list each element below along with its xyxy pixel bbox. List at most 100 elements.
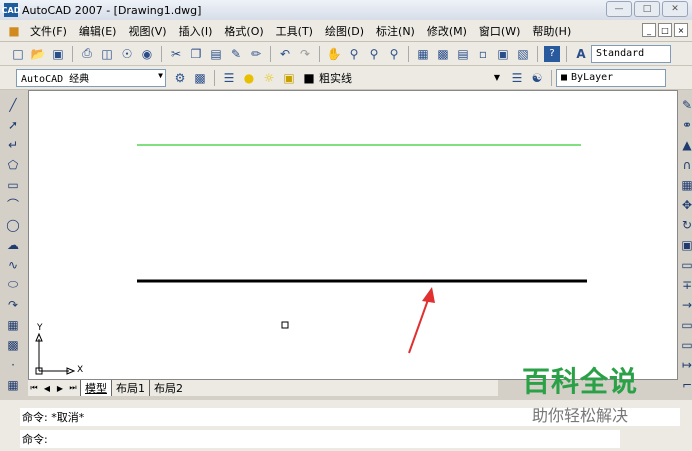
last-tab-icon[interactable]: ⏭ (67, 382, 79, 394)
break-icon[interactable]: ▭ (678, 316, 692, 333)
ellipse-arc-icon[interactable]: ↷ (4, 296, 22, 313)
menu-insert[interactable]: 插入(I) (173, 23, 219, 39)
workspace-dropdown[interactable]: AutoCAD 经典 ▼ (16, 68, 166, 87)
close-button[interactable]: ✕ (662, 1, 688, 17)
publish-icon[interactable]: ☉ (119, 46, 135, 62)
print-icon[interactable]: ⎙ (79, 46, 95, 62)
menu-window[interactable]: 窗口(W) (473, 23, 526, 39)
cut-icon[interactable]: ✂ (168, 46, 184, 62)
spline-icon[interactable]: ∿ (4, 256, 22, 273)
make-current-layer-icon[interactable]: ☰ (509, 70, 525, 86)
menu-dimension[interactable]: 标注(N) (370, 23, 421, 39)
point-icon[interactable]: · (4, 356, 22, 373)
polygon-icon[interactable]: ⬠ (4, 156, 22, 173)
menu-format[interactable]: 格式(O) (218, 23, 269, 39)
make-block-icon[interactable]: ▩ (4, 336, 22, 353)
document-icon: ■ (8, 23, 20, 38)
offset-icon[interactable]: ∩ (678, 156, 692, 173)
sheet-set-icon[interactable]: ▫ (475, 46, 491, 62)
layer-value[interactable]: 粗实线 (319, 70, 487, 86)
layer-previous-icon[interactable]: ☯ (529, 70, 545, 86)
line-icon[interactable]: ╱ (4, 96, 22, 113)
chamfer-icon[interactable]: ↦ (678, 356, 692, 373)
undo-icon[interactable]: ↶ (277, 46, 293, 62)
insert-block-icon[interactable]: ▦ (4, 316, 22, 333)
menu-draw[interactable]: 绘图(D) (319, 23, 370, 39)
layer-manager-icon[interactable]: ☰ (221, 70, 237, 86)
first-tab-icon[interactable]: ⏮ (28, 382, 40, 394)
tab-layout1[interactable]: 布局1 (111, 380, 149, 396)
text-style-dropdown[interactable]: Standard (591, 44, 671, 63)
redo-icon[interactable]: ↷ (297, 46, 313, 62)
match-properties-icon[interactable]: ✎ (228, 46, 244, 62)
join-icon[interactable]: ▭ (678, 336, 692, 353)
rotate-icon[interactable]: ↻ (678, 216, 692, 233)
extend-icon[interactable]: → (678, 296, 692, 313)
menu-file[interactable]: 文件(F) (24, 23, 73, 39)
rectangle-icon[interactable]: ▭ (4, 176, 22, 193)
calculator-icon[interactable]: ▧ (515, 46, 531, 62)
zoom-previous-icon[interactable]: ⚲ (386, 46, 402, 62)
arc-icon[interactable]: ⌒ (4, 196, 22, 213)
tool-palettes-icon[interactable]: ▤ (455, 46, 471, 62)
autocad-app-icon: CAD (2, 3, 20, 17)
new-icon[interactable]: □ (10, 46, 26, 62)
construction-line-icon[interactable]: ➚ (4, 116, 22, 133)
properties-icon[interactable]: ▦ (415, 46, 431, 62)
erase-icon[interactable]: ✎ (678, 96, 692, 113)
doc-minimize-button[interactable]: _ (642, 23, 656, 37)
polyline-icon[interactable]: ↵ (4, 136, 22, 153)
chevron-down-icon[interactable]: ▼ (489, 70, 505, 86)
array-icon[interactable]: ▦ (678, 176, 692, 193)
block-editor-icon[interactable]: ✏ (248, 46, 264, 62)
lightbulb-icon[interactable]: ● (241, 70, 257, 86)
drawing-canvas[interactable]: Y X (28, 90, 678, 380)
mirror-icon[interactable]: ▲ (678, 136, 692, 153)
doc-restore-button[interactable]: □ (658, 23, 672, 37)
sun-icon[interactable]: ☼ (261, 70, 277, 86)
zoom-window-icon[interactable]: ⚲ (366, 46, 382, 62)
markup-icon[interactable]: ▣ (495, 46, 511, 62)
doc-close-button[interactable]: × (674, 23, 688, 37)
3d-dwf-icon[interactable]: ◉ (139, 46, 155, 62)
workspace-save-icon[interactable]: ▩ (192, 70, 208, 86)
color-dropdown[interactable]: ■ ByLayer (556, 68, 666, 87)
fillet-icon[interactable]: ⌐ (678, 376, 692, 393)
menu-modify[interactable]: 修改(M) (421, 23, 473, 39)
prev-tab-icon[interactable]: ◀ (41, 382, 53, 394)
scale-icon[interactable]: ▣ (678, 236, 692, 253)
stretch-icon[interactable]: ▭ (678, 256, 692, 273)
tab-layout2[interactable]: 布局2 (149, 380, 187, 396)
trim-icon[interactable]: ∓ (678, 276, 692, 293)
help-icon[interactable]: ? (544, 45, 560, 62)
color-value: ByLayer (571, 72, 614, 83)
pan-icon[interactable]: ✋ (326, 46, 342, 62)
command-input[interactable]: 命令: (20, 430, 620, 448)
menu-tools[interactable]: 工具(T) (270, 23, 319, 39)
revision-cloud-icon[interactable]: ☁ (4, 236, 22, 253)
maximize-button[interactable]: □ (634, 1, 660, 17)
open-icon[interactable]: 📂 (30, 46, 46, 62)
modify-toolbar: ✎ ⚭ ▲ ∩ ▦ ✥ ↻ ▣ ▭ ∓ → ▭ ▭ ↦ ⌐ (678, 96, 692, 393)
zoom-realtime-icon[interactable]: ⚲ (346, 46, 362, 62)
paste-icon[interactable]: ▤ (208, 46, 224, 62)
watermark-title: 百科全说 (521, 365, 638, 398)
copy-object-icon[interactable]: ⚭ (678, 116, 692, 133)
menu-help[interactable]: 帮助(H) (526, 23, 577, 39)
ellipse-icon[interactable]: ⬭ (4, 276, 22, 293)
copy-icon[interactable]: ❐ (188, 46, 204, 62)
circle-icon[interactable]: ◯ (4, 216, 22, 233)
tab-model[interactable]: 模型 (80, 380, 111, 396)
menu-edit[interactable]: 编辑(E) (73, 23, 123, 39)
lock-icon[interactable]: ▣ (281, 70, 297, 86)
hatch-icon[interactable]: ▦ (4, 376, 22, 393)
design-center-icon[interactable]: ▩ (435, 46, 451, 62)
next-tab-icon[interactable]: ▶ (54, 382, 66, 394)
menu-view[interactable]: 视图(V) (122, 23, 172, 39)
minimize-button[interactable]: — (606, 1, 632, 17)
ucs-y-label: Y (37, 323, 43, 333)
save-icon[interactable]: ▣ (50, 46, 66, 62)
workspace-settings-icon[interactable]: ⚙ (172, 70, 188, 86)
preview-icon[interactable]: ◫ (99, 46, 115, 62)
move-icon[interactable]: ✥ (678, 196, 692, 213)
